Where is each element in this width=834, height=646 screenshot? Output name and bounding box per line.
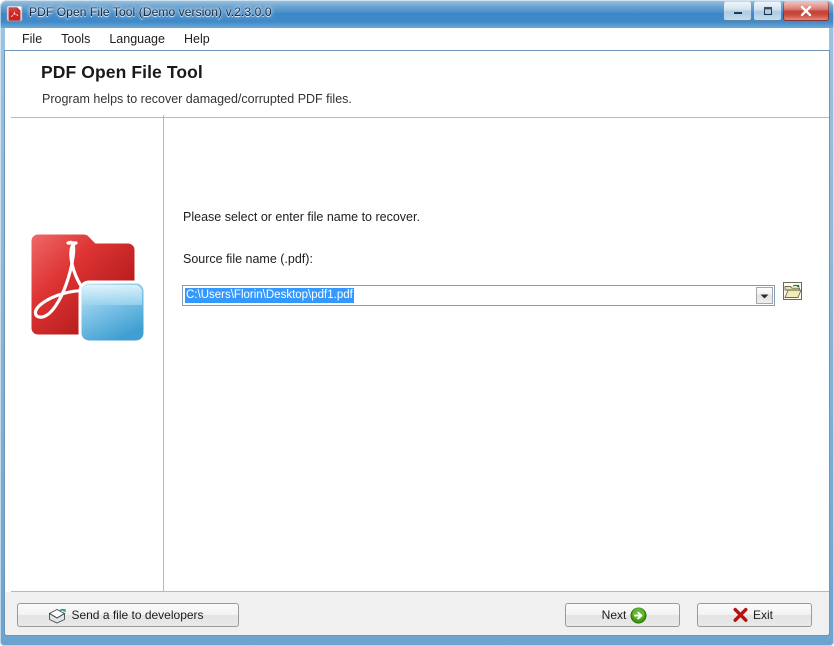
source-file-combobox[interactable]: C:\Users\Florin\Desktop\pdf1.pdf [182, 285, 775, 306]
close-button[interactable] [783, 1, 829, 21]
source-file-input[interactable]: C:\Users\Florin\Desktop\pdf1.pdf [185, 288, 354, 303]
next-button-label: Next [601, 608, 627, 622]
source-file-dropdown-button[interactable] [756, 287, 773, 304]
browse-file-button[interactable] [781, 281, 803, 306]
chevron-down-icon [760, 287, 769, 305]
page-title: PDF Open File Tool [41, 62, 203, 82]
pdf-app-icon [6, 5, 23, 22]
menu-item-tools[interactable]: Tools [53, 29, 99, 49]
content-pane: Please select or enter file name to reco… [164, 118, 829, 591]
minimize-icon [724, 2, 751, 20]
logo-panel [5, 118, 163, 591]
header-band: PDF Open File Tool Program helps to reco… [5, 51, 829, 116]
open-folder-icon [782, 281, 803, 306]
title-bar[interactable]: PDF Open File Tool (Demo version) v.2.3.… [0, 0, 834, 28]
footer-bar: Send a file to developers Next Exit [5, 592, 829, 635]
exit-button[interactable]: Exit [697, 603, 812, 627]
next-button[interactable]: Next [565, 603, 680, 627]
application-window: PDF Open File Tool (Demo version) v.2.3.… [0, 0, 834, 646]
envelope-send-icon [48, 607, 67, 624]
send-file-to-developers-button[interactable]: Send a file to developers [17, 603, 239, 627]
red-x-icon [732, 607, 749, 623]
instruction-text: Please select or enter file name to reco… [183, 210, 420, 224]
exit-button-label: Exit [752, 608, 773, 622]
maximize-button[interactable] [753, 1, 782, 21]
menu-item-help[interactable]: Help [176, 29, 219, 49]
minimize-button[interactable] [723, 1, 752, 21]
maximize-icon [754, 2, 781, 20]
menu-bar: File Tools Language Help [5, 28, 829, 51]
close-icon [784, 2, 828, 20]
menu-item-file[interactable]: File [14, 29, 51, 49]
send-file-button-label: Send a file to developers [71, 608, 204, 622]
window-title: PDF Open File Tool (Demo version) v.2.3.… [29, 5, 272, 19]
green-arrow-right-icon [630, 607, 647, 624]
menu-item-language[interactable]: Language [101, 29, 174, 49]
source-file-label: Source file name (.pdf): [183, 252, 313, 266]
page-subtitle: Program helps to recover damaged/corrupt… [42, 92, 352, 106]
client-area: PDF Open File Tool Program helps to reco… [5, 51, 829, 635]
pdf-document-logo [28, 231, 147, 344]
